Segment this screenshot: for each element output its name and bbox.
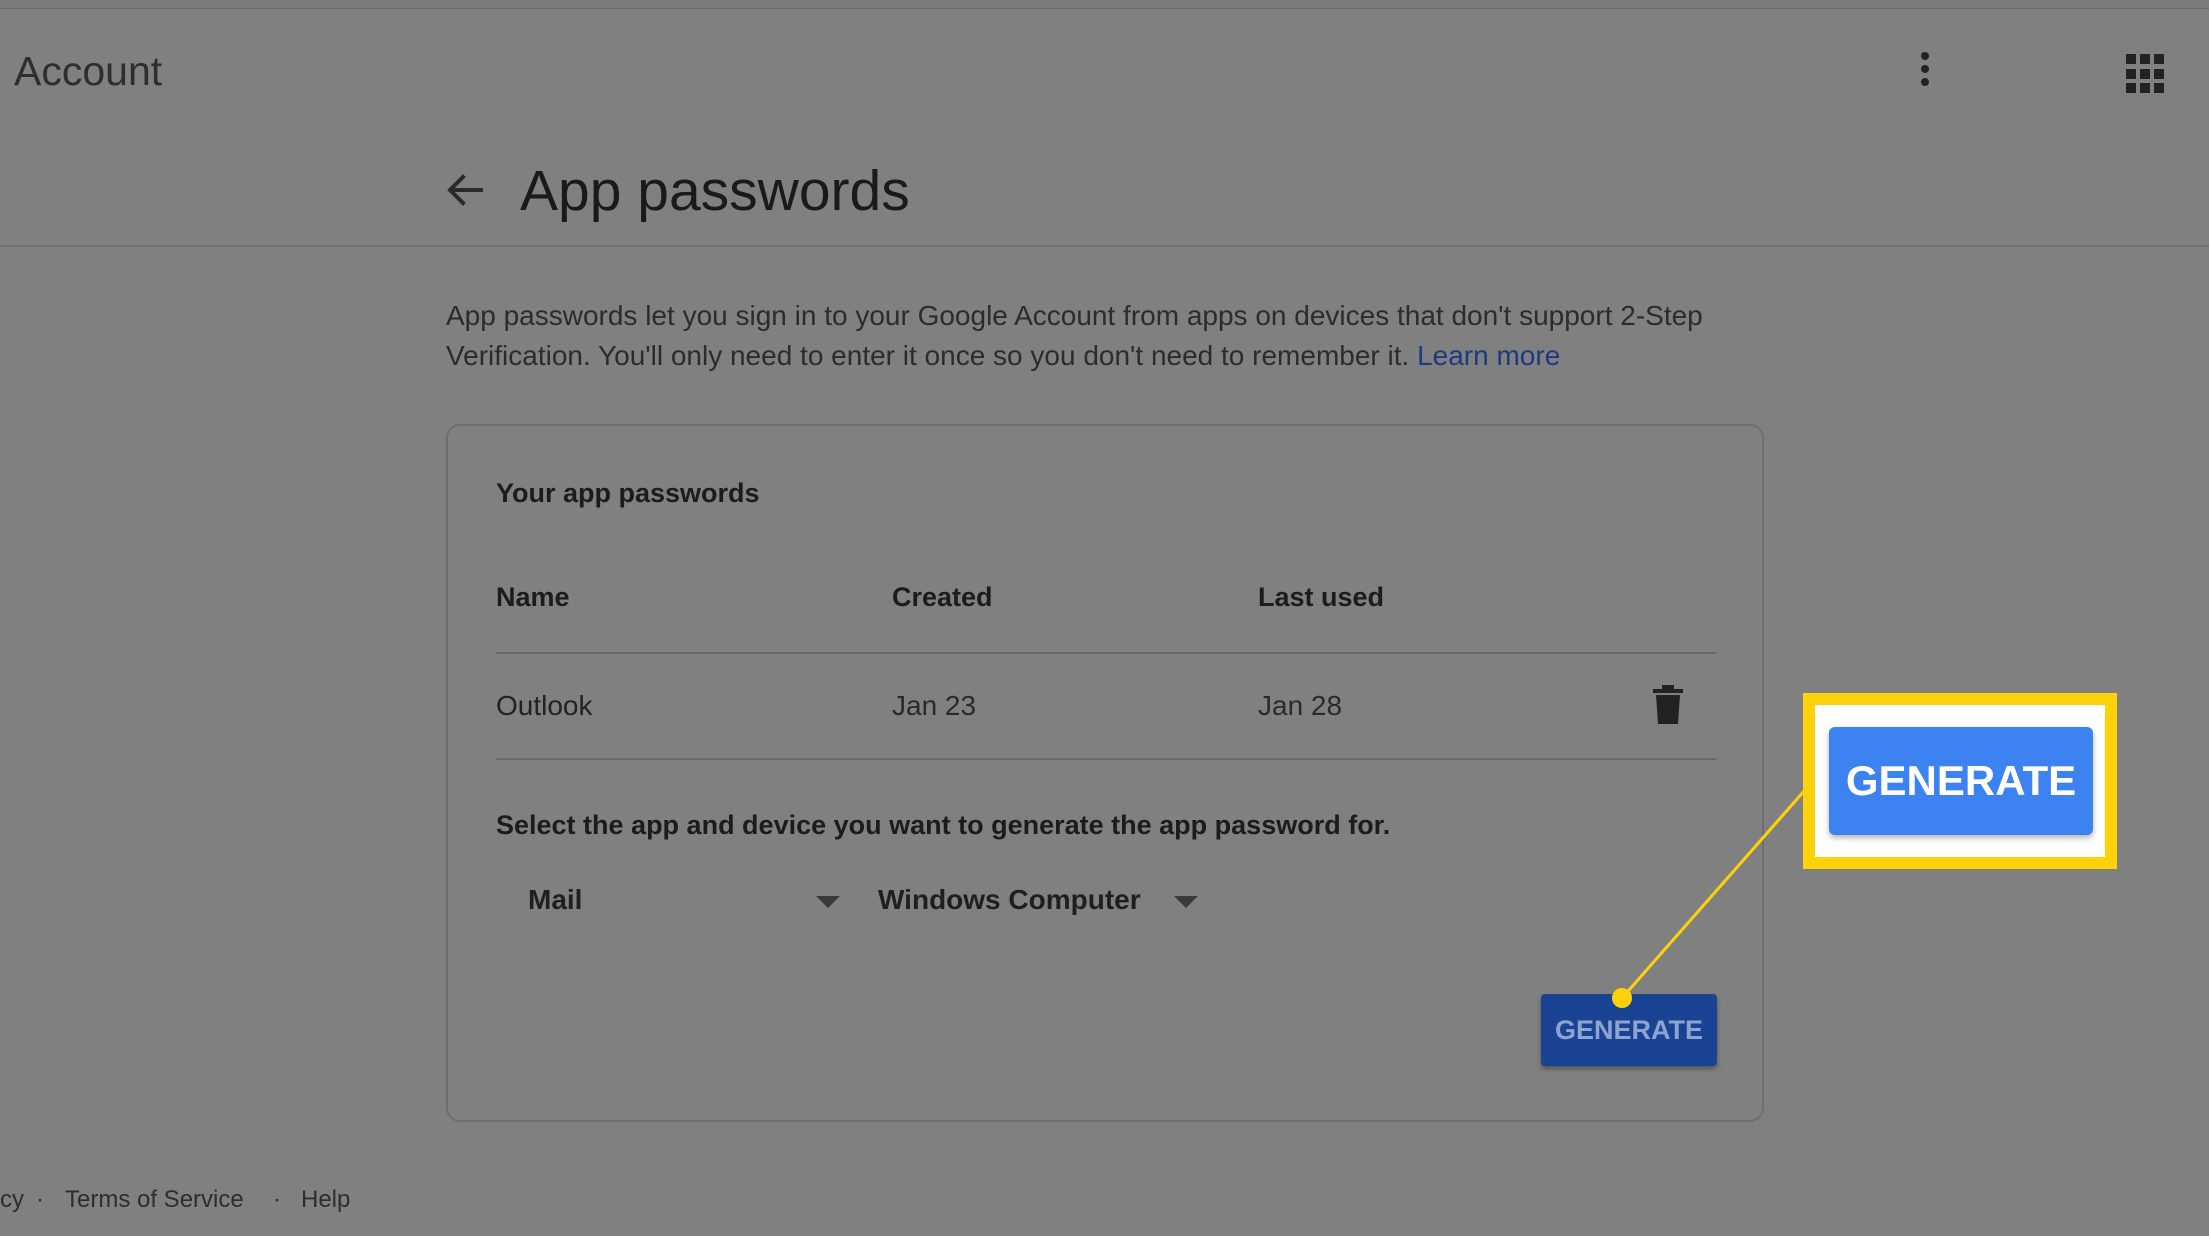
page-title: App passwords [520,159,910,223]
footer-terms-link[interactable]: Terms of Service [65,1186,244,1214]
footer-help-link[interactable]: Help [301,1186,350,1214]
device-select[interactable]: Windows Computer [878,884,1208,934]
footer-separator: · [273,1186,281,1213]
device-select-value: Windows Computer [878,884,1141,915]
trash-icon[interactable] [1651,685,1685,725]
top-border [0,0,2209,9]
app-passwords-card: Your app passwords Name Created Last use… [446,424,1764,1122]
more-vert-icon[interactable] [1905,52,1945,96]
table-divider [496,652,1716,654]
app-select[interactable]: Mail [528,884,858,934]
row-created: Jan 23 [892,690,977,721]
row-last-used: Jan 28 [1258,690,1343,721]
column-header-name: Name [496,582,570,612]
app-title: Account [14,48,163,94]
callout-generate-button: GENERATE [1829,727,2093,835]
header-divider [0,245,2209,247]
page-description: App passwords let you sign in to your Go… [446,296,1766,376]
generate-button[interactable]: GENERATE [1541,994,1717,1066]
column-header-last-used: Last used [1258,582,1385,612]
caret-down-icon [816,896,840,908]
select-prompt: Select the app and device you want to ge… [496,810,1391,840]
arrow-back-icon[interactable] [443,168,487,212]
row-name: Outlook [496,690,593,721]
learn-more-link[interactable]: Learn more [1417,340,1560,371]
footer-privacy-link[interactable]: cy [0,1186,24,1214]
caret-down-icon [1174,896,1198,908]
apps-grid-icon[interactable] [2126,54,2166,94]
card-title: Your app passwords [496,478,760,508]
app-select-value: Mail [528,884,583,915]
footer-separator: · [36,1186,44,1213]
column-header-created: Created [892,582,993,612]
table-divider [496,758,1716,760]
